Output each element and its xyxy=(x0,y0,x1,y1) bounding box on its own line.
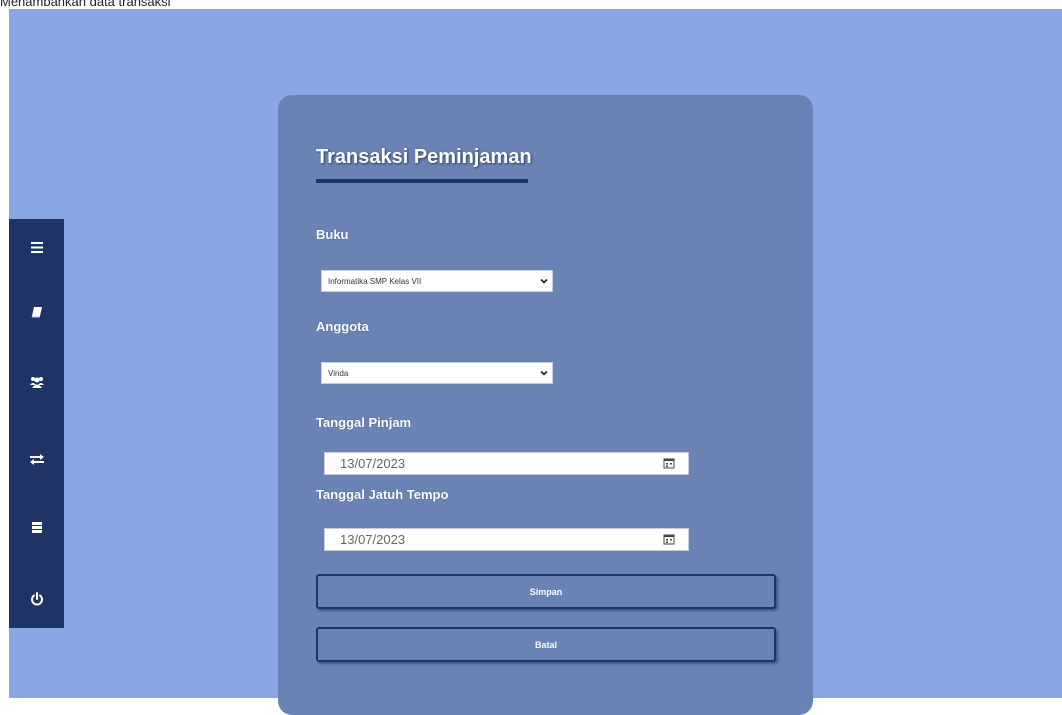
tanggal-jatuh-tempo-label: Tanggal Jatuh Tempo xyxy=(316,487,449,502)
list-icon xyxy=(31,521,42,533)
page-caption: Menambahkan data transaksi xyxy=(0,0,171,9)
anggota-select-value: Vinda xyxy=(328,368,349,378)
power-icon xyxy=(30,592,43,606)
tanggal-jatuh-tempo-input[interactable]: 13/07/2023 xyxy=(324,528,689,551)
sidebar-item-books[interactable] xyxy=(9,297,64,327)
anggota-select[interactable]: Vinda xyxy=(321,362,553,384)
buku-label: Buku xyxy=(316,227,349,242)
page-title: Transaksi Peminjaman xyxy=(316,146,532,168)
buku-select[interactable]: Informatika SMP Kelas VII xyxy=(321,270,553,292)
tanggal-pinjam-label: Tanggal Pinjam xyxy=(316,415,412,430)
chevron-down-icon xyxy=(540,278,548,284)
sidebar xyxy=(9,219,64,628)
save-button[interactable]: Simpan xyxy=(316,574,776,609)
cancel-button[interactable]: Batal xyxy=(316,627,776,662)
menu-icon xyxy=(30,241,43,253)
tanggal-pinjam-value: 13/07/2023 xyxy=(340,456,406,471)
users-icon xyxy=(29,377,44,388)
sidebar-item-reports[interactable] xyxy=(9,512,64,542)
sidebar-item-members[interactable] xyxy=(9,367,64,397)
calendar-icon[interactable] xyxy=(663,457,675,469)
calendar-icon[interactable] xyxy=(663,533,675,545)
exchange-icon xyxy=(29,453,44,465)
buku-select-value: Informatika SMP Kelas VII xyxy=(328,276,422,286)
anggota-label: Anggota xyxy=(316,319,369,334)
tanggal-pinjam-input[interactable]: 13/07/2023 xyxy=(324,452,689,475)
title-underline xyxy=(316,179,528,183)
chevron-down-icon xyxy=(540,370,548,376)
transaction-form-card xyxy=(278,95,813,715)
sidebar-item-menu[interactable] xyxy=(9,232,64,262)
sidebar-item-transactions[interactable] xyxy=(9,444,64,474)
book-icon xyxy=(31,307,42,318)
tanggal-jatuh-tempo-value: 13/07/2023 xyxy=(340,532,406,547)
sidebar-item-logout[interactable] xyxy=(9,584,64,614)
